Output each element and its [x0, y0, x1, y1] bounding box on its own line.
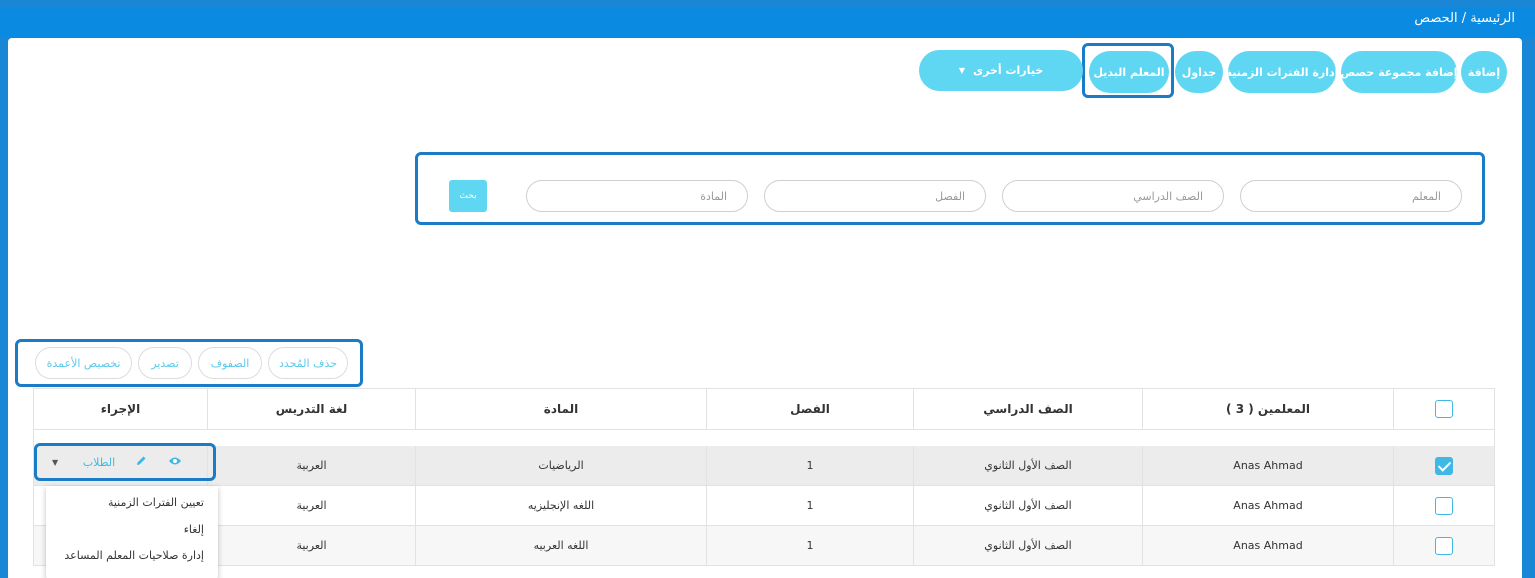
row-actions: ▼ الطلاب: [52, 455, 192, 470]
cell-language: العربية: [207, 446, 415, 486]
row-checkbox[interactable]: [1435, 496, 1453, 515]
teacher-search-input[interactable]: المعلم: [1240, 180, 1462, 212]
caret-down-icon: ▼: [958, 66, 965, 75]
menu-item-assign-periods[interactable]: تعيين الفترات الزمنية: [108, 496, 204, 509]
cell-subject: اللغه العربيه: [415, 526, 706, 566]
table-row: Anas Ahmad الصف الأول الثانوي 1 اللغه ال…: [33, 526, 1495, 566]
row-select-cell: [1393, 486, 1495, 526]
subject-search-input[interactable]: المادة: [526, 180, 748, 212]
table-spacer: [33, 430, 1495, 446]
grade-search-input[interactable]: الصف الدراسي: [1002, 180, 1224, 212]
row-checkbox[interactable]: [1435, 456, 1453, 475]
table-row: Anas Ahmad الصف الأول الثانوي 1 اللغه ال…: [33, 486, 1495, 526]
header-teachers[interactable]: المعلمين ( 3 ): [1142, 388, 1393, 430]
cell-language: العربية: [207, 526, 415, 566]
manage-periods-button[interactable]: إدارة الفترات الزمنية: [1226, 51, 1338, 93]
row-select-cell: [1393, 526, 1495, 566]
students-link[interactable]: الطلاب: [74, 456, 124, 469]
cell-language: العربية: [207, 486, 415, 526]
header-subject[interactable]: المادة: [415, 388, 706, 430]
more-options-button[interactable]: خيارات أخرى ▼: [919, 50, 1083, 91]
export-button[interactable]: تصدير: [138, 347, 192, 379]
caret-down-icon[interactable]: ▼: [52, 458, 74, 467]
table-row: Anas Ahmad الصف الأول الثانوي 1 الرياضيا…: [33, 446, 1495, 486]
substitute-highlight: [1082, 43, 1174, 98]
row-checkbox[interactable]: [1435, 536, 1453, 555]
row-action-menu: تعيين الفترات الزمنية إلغاء إدارة صلاحيا…: [46, 486, 218, 578]
add-group-button[interactable]: إضافة مجموعة حصص: [1340, 51, 1458, 93]
header-class[interactable]: الفصل: [706, 388, 913, 430]
delete-selected-button[interactable]: حذف المُحدد: [268, 347, 348, 379]
more-options-label: خيارات أخرى: [973, 64, 1044, 77]
cell-class: 1: [706, 446, 913, 486]
rows-button[interactable]: الصفوف: [198, 347, 262, 379]
top-bar-inner: [0, 8, 1535, 38]
add-button[interactable]: إضافة: [1461, 51, 1507, 93]
cell-subject: اللغه الإنجليزيه: [415, 486, 706, 526]
header-language[interactable]: لغة التدريس: [207, 388, 415, 430]
select-all-checkbox[interactable]: [1435, 400, 1453, 418]
select-all-cell: [1393, 388, 1495, 430]
menu-item-cancel[interactable]: إلغاء: [184, 523, 204, 536]
lessons-table: المعلمين ( 3 ) الصف الدراسي الفصل المادة…: [33, 388, 1495, 578]
menu-item-assistant-permissions[interactable]: إدارة صلاحيات المعلم المساعد: [64, 549, 204, 562]
cell-subject: الرياضيات: [415, 446, 706, 486]
search-button[interactable]: بحث: [449, 180, 487, 212]
cell-grade: الصف الأول الثانوي: [913, 446, 1142, 486]
schedules-button[interactable]: جداول: [1175, 51, 1223, 93]
cell-teacher: Anas Ahmad: [1142, 486, 1393, 526]
class-search-input[interactable]: الفصل: [764, 180, 986, 212]
cell-grade: الصف الأول الثانوي: [913, 526, 1142, 566]
header-grade[interactable]: الصف الدراسي: [913, 388, 1142, 430]
header-action: الإجراء: [33, 388, 207, 430]
customize-columns-button[interactable]: تخصيص الأعمدة: [35, 347, 132, 379]
pencil-icon[interactable]: [124, 455, 158, 470]
cell-grade: الصف الأول الثانوي: [913, 486, 1142, 526]
top-bar: الرئيسية / الحصص: [0, 0, 1535, 38]
cell-teacher: Anas Ahmad: [1142, 526, 1393, 566]
eye-icon[interactable]: [158, 456, 192, 469]
row-select-cell: [1393, 446, 1495, 486]
cell-class: 1: [706, 486, 913, 526]
cell-class: 1: [706, 526, 913, 566]
breadcrumb: الرئيسية / الحصص: [1414, 11, 1515, 26]
cell-teacher: Anas Ahmad: [1142, 446, 1393, 486]
